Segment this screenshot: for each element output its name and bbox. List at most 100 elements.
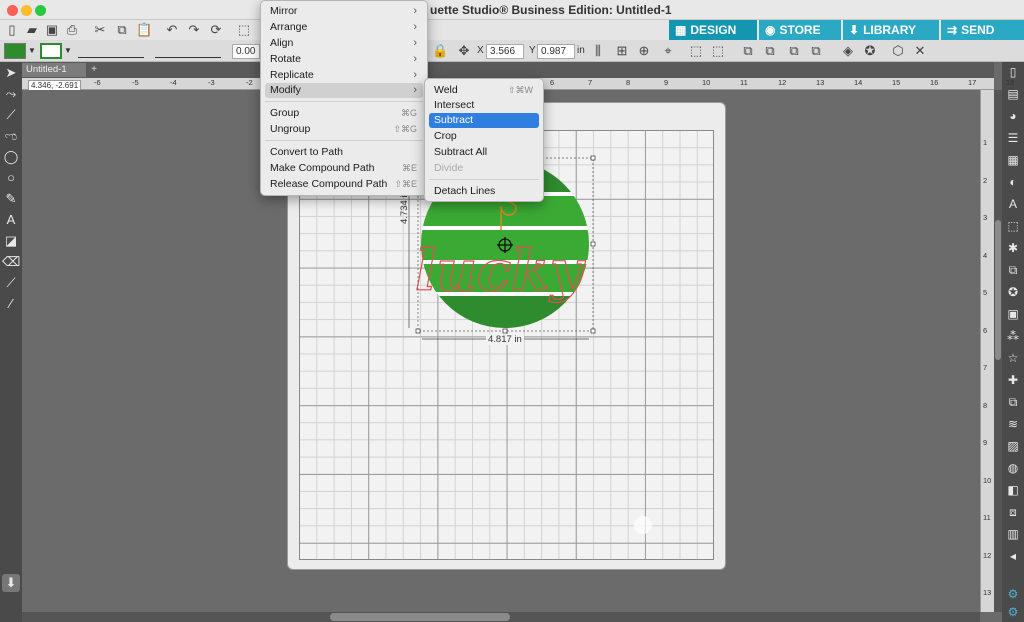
layers-icon[interactable]: ◧ xyxy=(1005,482,1021,498)
hatch-icon[interactable]: ▨ xyxy=(1005,438,1021,454)
chevron-down-icon[interactable]: ▼ xyxy=(28,46,36,55)
group-icon[interactable]: ⬚ xyxy=(688,43,704,59)
refresh-icon[interactable]: ⟳ xyxy=(208,22,224,38)
library-panel-icon[interactable]: ⬇ xyxy=(2,574,20,592)
warp-icon[interactable]: ⧈ xyxy=(1005,504,1021,520)
ellipse-tool-icon[interactable]: ◯ xyxy=(2,148,20,166)
x-position-field[interactable]: 3.566 xyxy=(486,44,524,59)
cut-icon[interactable]: ✂ xyxy=(92,22,108,38)
align-icon[interactable]: ⫼ xyxy=(590,43,606,59)
submenu-item-subtract-all[interactable]: Subtract All xyxy=(429,145,539,160)
tab-send[interactable]: ⇉ SEND xyxy=(941,20,1024,40)
rhinestone-icon[interactable]: ☆ xyxy=(1005,350,1021,366)
eyedropper-tool-icon[interactable]: ⁄ xyxy=(2,295,20,313)
submenu-item-weld[interactable]: Weld ⇧⌘W xyxy=(429,83,539,98)
line-style-icon[interactable]: ☰ xyxy=(1005,130,1021,146)
line-end-select[interactable] xyxy=(155,44,221,58)
intersect-icon[interactable]: ⧉ xyxy=(786,43,802,59)
delete-icon[interactable]: ✕ xyxy=(912,43,928,59)
submenu-item-intersect[interactable]: Intersect xyxy=(429,98,539,113)
fill-pattern-icon[interactable]: ▦ xyxy=(1005,152,1021,168)
vertical-scroll-thumb[interactable] xyxy=(995,220,1001,360)
shadow-icon[interactable]: ◐ xyxy=(1005,174,1021,190)
tab-library[interactable]: ⬇ LIBRARY xyxy=(843,20,939,40)
document-tab[interactable]: Untitled-1 xyxy=(22,63,86,77)
nesting-icon[interactable]: ⧉ xyxy=(1005,394,1021,410)
horizontal-scrollbar[interactable] xyxy=(22,612,980,622)
center-icon[interactable]: ⊕ xyxy=(636,43,652,59)
transform-icon[interactable]: ⬚ xyxy=(1005,218,1021,234)
text-tool-icon[interactable]: A xyxy=(2,211,20,229)
close-window-button[interactable] xyxy=(7,5,18,16)
pencil-tool-icon[interactable]: ✎ xyxy=(2,190,20,208)
submenu-item-subtract[interactable]: Subtract xyxy=(429,113,539,128)
edit-points-icon[interactable]: ⤳ xyxy=(2,85,20,103)
menu-item-replicate[interactable]: Replicate › xyxy=(265,68,423,83)
menu-item-rotate[interactable]: Rotate › xyxy=(265,52,423,67)
new-file-icon[interactable]: ▯ xyxy=(4,22,20,38)
knife-tool-icon[interactable]: ⟋ xyxy=(2,274,20,292)
crop-icon[interactable]: ⧉ xyxy=(808,43,824,59)
emboss-icon[interactable]: ≋ xyxy=(1005,416,1021,432)
menu-item-modify[interactable]: Modify › xyxy=(265,83,423,98)
horizontal-scroll-thumb[interactable] xyxy=(330,613,510,621)
line-width-field[interactable]: 0.00 xyxy=(232,44,260,59)
redo-icon[interactable]: ↷ xyxy=(186,22,202,38)
add-tab-button[interactable]: + xyxy=(88,63,100,77)
modify-icon[interactable]: ⧉ xyxy=(1005,262,1021,278)
replicate-icon[interactable]: ✱ xyxy=(1005,240,1021,256)
trace-icon[interactable]: ▣ xyxy=(1005,306,1021,322)
text-style-icon[interactable]: A xyxy=(1005,196,1021,212)
select-arrow-icon[interactable]: ➤ xyxy=(2,64,20,82)
menu-item-make-compound-path[interactable]: Make Compound Path ⌘E xyxy=(265,161,423,176)
menu-item-mirror[interactable]: Mirror › xyxy=(265,4,423,19)
polygon-tool-icon[interactable]: ○ xyxy=(2,169,20,187)
shapes-icon[interactable]: ◈ xyxy=(840,43,856,59)
zoom-window-button[interactable] xyxy=(35,5,46,16)
puzzle-icon[interactable]: ✚ xyxy=(1005,372,1021,388)
menu-item-group[interactable]: Group ⌘G xyxy=(265,106,423,121)
line-style-select[interactable] xyxy=(78,44,144,58)
submenu-item-detach-lines[interactable]: Detach Lines xyxy=(429,184,539,199)
collapse-arrow-icon[interactable]: ◂ xyxy=(1005,548,1021,564)
offset-icon[interactable]: ✪ xyxy=(1005,284,1021,300)
y-position-field[interactable]: 0.987 xyxy=(537,44,575,59)
menu-item-arrange[interactable]: Arrange › xyxy=(265,20,423,35)
save-icon[interactable]: ▣ xyxy=(44,22,60,38)
tab-store[interactable]: ◉ STORE xyxy=(759,20,841,40)
open-file-icon[interactable]: ▰ xyxy=(24,22,40,38)
palette-icon[interactable]: ◕ xyxy=(1005,108,1021,124)
select-all-icon[interactable]: ⬚ xyxy=(236,22,252,38)
menu-item-ungroup[interactable]: Ungroup ⇧⌘G xyxy=(265,122,423,137)
menu-item-release-compound-path[interactable]: Release Compound Path ⇧⌘E xyxy=(265,177,423,192)
gear-icon[interactable]: ⚙ xyxy=(1005,604,1021,620)
curve-tool-icon[interactable]: ಌ xyxy=(2,127,20,145)
sketch-icon[interactable]: ⁂ xyxy=(1005,328,1021,344)
center-page-icon[interactable]: ⌖ xyxy=(660,43,676,59)
settings-gear-icon[interactable]: ⚙ xyxy=(1005,586,1021,602)
fill-tool-icon[interactable]: ◪ xyxy=(2,232,20,250)
eraser-tool-icon[interactable]: ⌫ xyxy=(2,253,20,271)
line-color-swatch[interactable] xyxy=(40,43,62,59)
star-icon[interactable]: ✪ xyxy=(862,43,878,59)
menu-item-align[interactable]: Align › xyxy=(265,36,423,51)
move-icon[interactable]: ✥ xyxy=(456,43,472,59)
ungroup-icon[interactable]: ⬚ xyxy=(710,43,726,59)
copy-icon[interactable]: ⧉ xyxy=(114,22,130,38)
menu-item-convert-to-path[interactable]: Convert to Path xyxy=(265,145,423,160)
weed-icon[interactable]: ◍ xyxy=(1005,460,1021,476)
paste-icon[interactable]: 📋 xyxy=(136,22,152,38)
document-icon[interactable]: ▤ xyxy=(1005,86,1021,102)
print-icon[interactable]: ⎙ xyxy=(64,22,80,38)
subtract-icon[interactable]: ⧉ xyxy=(762,43,778,59)
lock-icon[interactable]: 🔒 xyxy=(432,43,448,59)
map-icon[interactable]: ▥ xyxy=(1005,526,1021,542)
minimize-window-button[interactable] xyxy=(21,5,32,16)
submenu-item-crop[interactable]: Crop xyxy=(429,129,539,144)
line-tool-icon[interactable]: ⟋ xyxy=(2,106,20,124)
weld-icon[interactable]: ⧉ xyxy=(740,43,756,59)
chevron-down-icon[interactable]: ▼ xyxy=(64,46,72,55)
tab-design[interactable]: ▦ DESIGN xyxy=(669,20,757,40)
3d-icon[interactable]: ⬡ xyxy=(890,43,906,59)
undo-icon[interactable]: ↶ xyxy=(164,22,180,38)
